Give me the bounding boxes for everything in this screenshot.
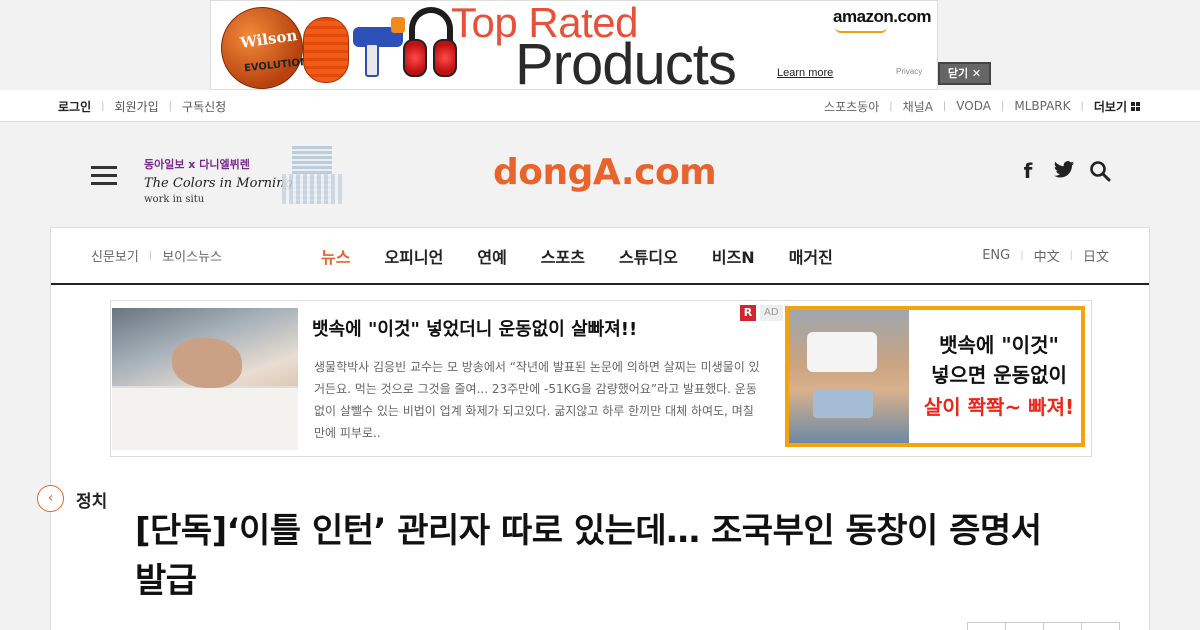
family-link-voda[interactable]: VODA (956, 99, 991, 113)
nav-news[interactable]: 뉴스 (321, 244, 350, 268)
more-label: 더보기 (1093, 99, 1127, 114)
nav-entertainment[interactable]: 연예 (477, 244, 506, 268)
nav-studio[interactable]: 스튜디오 (619, 244, 678, 268)
site-logo[interactable]: dongA.com (493, 152, 717, 193)
lang-english[interactable]: ENG (982, 248, 1010, 263)
ad-title[interactable]: 뱃속에 "이것" 넣었더니 운동없이 살빠져!! (312, 315, 637, 341)
hamburger-menu-icon[interactable] (91, 166, 117, 186)
more-menu-button[interactable]: 더보기 (1094, 98, 1140, 115)
lang-japanese[interactable]: 日文 (1083, 246, 1109, 265)
tool-button[interactable] (1005, 622, 1044, 630)
tool-button[interactable] (967, 622, 1006, 630)
basketball-image: Wilson EVOLUTION (221, 7, 309, 89)
amazon-logo: amazon.com (833, 7, 931, 26)
ad-side-line1: 뱃속에 "이것" (939, 333, 1059, 357)
nav-bizn[interactable]: 비즈N (712, 244, 755, 268)
ad-thumbnail-image (112, 308, 298, 450)
back-chevron-icon[interactable]: ‹ (37, 485, 64, 512)
family-link-mlbpark[interactable]: MLBPARK (1014, 99, 1070, 113)
lang-chinese[interactable]: 中文 (1034, 246, 1060, 265)
login-link[interactable]: 로그인 (58, 98, 91, 115)
ad-description[interactable]: 생물학박사 김응빈 교수는 모 방송에서 “작년에 발표된 논문에 의하면 살찌… (314, 356, 760, 444)
promo-caption: work in situ (144, 194, 205, 205)
promo-title: 동아일보 x 다니엘뷔렌 (144, 158, 250, 171)
nav-opinion[interactable]: 오피니언 (384, 244, 443, 268)
article-title: [단독]‘이틀 인턴’ 관리자 따로 있는데… 조국부인 동창이 증명서 발급 (135, 511, 1042, 601)
family-link-channela[interactable]: 채널A (903, 98, 933, 115)
ad-side-banner[interactable]: 뱃속에 "이것" 넣으면 운동없이 살이 쫙쫙~ 빠져! (785, 306, 1085, 447)
grid-icon (1131, 101, 1140, 111)
ad-headline-products: Products (515, 32, 737, 90)
facebook-icon[interactable]: f (1017, 160, 1039, 182)
ad-side-line3: 살이 쫙쫙~ 빠져! (923, 395, 1075, 419)
promo-banner[interactable]: 동아일보 x 다니엘뷔렌 The Colors in Morning Calm … (142, 146, 357, 208)
ad-label-badge: AD (760, 305, 783, 321)
signup-link[interactable]: 회원가입 (115, 98, 159, 115)
ball-sub-text: EVOLUTION (243, 56, 309, 75)
tool-button[interactable] (1043, 622, 1082, 630)
ball-brand-text: Wilson (239, 26, 299, 52)
ad-r-badge: R (740, 305, 756, 321)
family-link-sportsdonga[interactable]: 스포츠동아 (824, 98, 879, 115)
ad-side-line2: 넣으면 운동없이 (931, 363, 1067, 387)
close-ad-button[interactable]: 닫기 ✕ (938, 62, 991, 85)
section-label[interactable]: 정치 (76, 487, 107, 512)
top-banner-ad[interactable]: Wilson EVOLUTION Top Rated Products amaz… (210, 0, 938, 90)
nav-voice-news[interactable]: 보이스뉴스 (162, 246, 222, 265)
subscribe-link[interactable]: 구독신청 (182, 98, 226, 115)
nav-newspaper-view[interactable]: 신문보기 (91, 246, 139, 265)
twitter-icon[interactable] (1053, 160, 1075, 182)
speaker-image (303, 17, 349, 83)
site-header: 동아일보 x 다니엘뷔렌 The Colors in Morning Calm … (0, 122, 1200, 228)
search-icon[interactable] (1089, 160, 1111, 182)
privacy-link[interactable]: Privacy (896, 67, 922, 76)
nav-magazine[interactable]: 매거진 (789, 244, 833, 268)
native-ad[interactable]: 뱃속에 "이것" 넣었더니 운동없이 살빠져!! 생물학박사 김응빈 교수는 모… (110, 300, 1092, 457)
amazon-smile-icon (835, 27, 887, 33)
building-image (282, 146, 348, 206)
tool-button[interactable] (1081, 622, 1120, 630)
main-nav: 신문보기 | 보이스뉴스 뉴스 오피니언 연예 스포츠 스튜디오 비즈N 매거진… (51, 228, 1149, 285)
toy-blaster-image (353, 15, 405, 77)
utility-bar: 로그인 | 회원가입 | 구독신청 스포츠동아 | 채널A | VODA | M… (0, 90, 1200, 122)
ad-side-image (789, 310, 909, 443)
article-tools (967, 622, 1120, 630)
nav-sports[interactable]: 스포츠 (541, 244, 585, 268)
learn-more-link[interactable]: Learn more (777, 67, 833, 79)
